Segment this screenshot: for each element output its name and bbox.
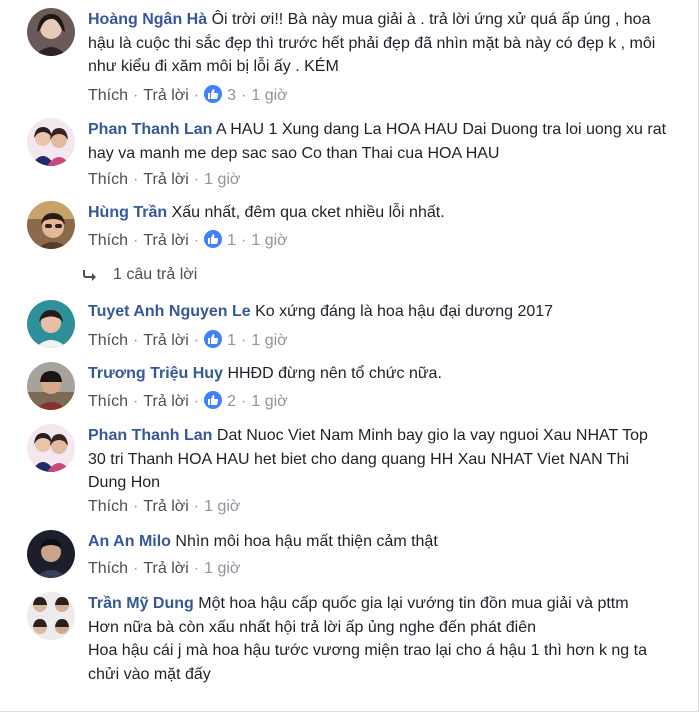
comment-text-line: Hoa hậu cái j mà hoa hậu tước vương miện… [88,642,647,683]
reaction-count[interactable]: 1 [227,332,236,349]
avatar[interactable] [27,362,75,410]
timestamp[interactable]: 1 giờ [204,560,240,577]
reply-button[interactable]: Trả lời [143,232,188,249]
comment-text: Nhìn môi hoa hậu mất thiện cảm thật [175,533,438,550]
like-button[interactable]: Thích [88,232,128,249]
comment-body: Phan Thanh Lan A HAU 1 Xung dang La HOA … [88,118,669,165]
like-button[interactable]: Thích [88,560,128,577]
author-name[interactable]: Trương Triệu Huy [88,365,223,382]
reply-button[interactable]: Trả lời [143,560,188,577]
thumbs-up-icon[interactable] [204,330,223,348]
comments-panel: Hoàng Ngân Hà Ôi trời ơi!! Bà này mua gi… [0,0,699,712]
reaction-count[interactable]: 3 [227,87,236,104]
avatar[interactable] [27,530,75,578]
avatar[interactable] [27,300,75,348]
timestamp[interactable]: 1 giờ [251,393,287,410]
comment-text: Xấu nhất, đêm qua cket nhiều lỗi nhất. [171,204,445,221]
thumbs-up-icon[interactable] [204,391,223,409]
thumbs-up-icon[interactable] [204,230,223,248]
avatar[interactable] [27,424,75,472]
comment-body: Trần Mỹ Dung Một hoa hậu cấp quốc gia lạ… [88,592,669,686]
comment-body: Phan Thanh Lan Dat Nuoc Viet Nam Minh ba… [88,424,669,495]
comment-text: Ko xứng đáng là hoa hậu đại dương 2017 [255,303,554,320]
comment-body: Hoàng Ngân Hà Ôi trời ơi!! Bà này mua gi… [88,8,669,79]
reaction-count[interactable]: 1 [227,232,236,249]
avatar[interactable] [27,201,75,249]
reply-arrow-icon [82,267,98,287]
timestamp[interactable]: 1 giờ [251,87,287,104]
reply-button[interactable]: Trả lời [143,393,188,410]
reply-button[interactable]: Trả lời [143,332,188,349]
avatar[interactable] [27,592,75,640]
author-name[interactable]: Phan Thanh Lan [88,427,212,444]
comment-actions: Thích · Trả lời · 1 · 1 giờ [88,330,288,349]
comment-actions: Thích · Trả lời · 1 · 1 giờ [88,230,288,249]
timestamp[interactable]: 1 giờ [251,232,287,249]
like-button[interactable]: Thích [88,498,128,515]
author-name[interactable]: Hoàng Ngân Hà [88,11,207,28]
comment-actions: Thích · Trả lời · 1 giờ [88,171,241,188]
author-name[interactable]: An An Milo [88,533,171,550]
reply-button[interactable]: Trả lời [143,171,188,188]
comment-actions: Thích · Trả lời · 1 giờ [88,498,241,515]
comment-text: HHĐD đừng nên tổ chức nữa. [227,365,442,382]
avatar[interactable] [27,8,75,56]
like-button[interactable]: Thích [88,171,128,188]
comment-body: Hùng Trần Xấu nhất, đêm qua cket nhiều l… [88,201,669,225]
thumbs-up-icon[interactable] [204,85,223,103]
comment-actions: Thích · Trả lời · 3 · 1 giờ [88,85,288,104]
timestamp[interactable]: 1 giờ [204,498,240,515]
timestamp[interactable]: 1 giờ [204,171,240,188]
comment-actions: Thích · Trả lời · 1 giờ [88,560,241,577]
author-name[interactable]: Phan Thanh Lan [88,121,212,138]
comment-body: An An Milo Nhìn môi hoa hậu mất thiện cả… [88,530,669,554]
like-button[interactable]: Thích [88,87,128,104]
comment-body: Trương Triệu Huy HHĐD đừng nên tổ chức n… [88,362,669,386]
view-replies-link[interactable]: 1 câu trả lời [82,265,197,287]
author-name[interactable]: Hùng Trần [88,204,167,221]
reply-count-label[interactable]: 1 câu trả lời [113,266,197,283]
comment-actions: Thích · Trả lời · 2 · 1 giờ [88,391,288,410]
like-button[interactable]: Thích [88,332,128,349]
comment-body: Tuyet Anh Nguyen Le Ko xứng đáng là hoa … [88,300,669,324]
reply-button[interactable]: Trả lời [143,87,188,104]
comment-text: Một hoa hậu cấp quốc gia lại vướng tin đ… [198,595,629,612]
timestamp[interactable]: 1 giờ [251,332,287,349]
reply-button[interactable]: Trả lời [143,498,188,515]
like-button[interactable]: Thích [88,393,128,410]
reaction-count[interactable]: 2 [227,393,236,410]
comment-text-line: Hơn nữa bà còn xấu nhất hội trả lời ấp ủ… [88,618,537,636]
author-name[interactable]: Tuyet Anh Nguyen Le [88,303,251,320]
avatar[interactable] [27,118,75,166]
author-name[interactable]: Trần Mỹ Dung [88,595,194,612]
